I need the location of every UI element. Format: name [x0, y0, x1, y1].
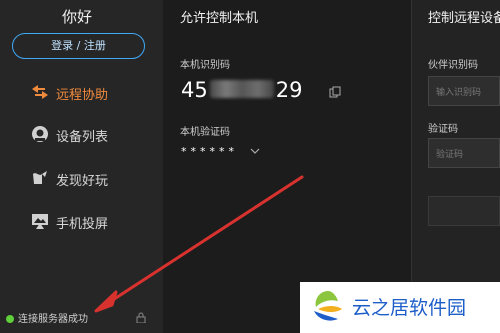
sidebar-item-label: 远程协助: [56, 88, 109, 103]
watermark-text: 云之居软件园: [352, 297, 467, 319]
local-id-suffix: 29: [275, 78, 303, 102]
discover-icon: [33, 171, 47, 184]
chevron-down-icon[interactable]: [250, 148, 260, 154]
sidebar-item-screen-cast[interactable]: 手机投屏: [0, 203, 163, 239]
screen-cast-icon: [32, 214, 48, 229]
remote-control-title: 控制远程设备: [428, 11, 500, 26]
sidebar-item-label: 发现好玩: [56, 174, 109, 189]
sidebar: 你好 登录 / 注册 远程协助 设备列表 发现好玩 手机投屏 连接服务器成功: [0, 0, 164, 333]
local-code-value: ******: [181, 145, 238, 158]
local-id-prefix: 45: [181, 78, 208, 102]
connect-button[interactable]: [428, 196, 500, 226]
copy-icon[interactable]: [329, 86, 341, 98]
status-dot-icon: [6, 315, 14, 323]
partner-id-input[interactable]: 输入识别码: [428, 76, 500, 106]
verify-code-input[interactable]: 验证码: [428, 138, 500, 168]
connection-status: 连接服务器成功: [6, 310, 88, 325]
sidebar-item-device-list[interactable]: 设备列表: [0, 116, 163, 152]
allow-control-title: 允许控制本机: [180, 11, 259, 26]
sidebar-item-discover[interactable]: 发现好玩: [0, 160, 163, 196]
login-register-button[interactable]: 登录 / 注册: [12, 33, 145, 59]
watermark: 云之居软件园: [300, 282, 500, 333]
redacted-digits: [209, 80, 274, 98]
verify-code-label: 验证码: [428, 124, 458, 135]
status-text: 连接服务器成功: [18, 314, 88, 325]
partner-id-label: 伙伴识别码: [428, 60, 478, 71]
sidebar-item-remote-assist[interactable]: 远程协助: [0, 74, 163, 110]
remote-assist-icon: [32, 85, 48, 99]
device-list-icon: [32, 126, 48, 142]
sidebar-item-label: 设备列表: [56, 130, 109, 145]
local-id-value: 45 29: [181, 78, 302, 104]
local-id-label: 本机识别码: [180, 60, 230, 71]
local-code-label: 本机验证码: [180, 127, 230, 138]
watermark-logo-icon: [314, 291, 342, 321]
sidebar-item-label: 手机投屏: [56, 217, 109, 232]
lock-icon[interactable]: [136, 312, 146, 323]
greeting-text: 你好: [62, 8, 93, 26]
